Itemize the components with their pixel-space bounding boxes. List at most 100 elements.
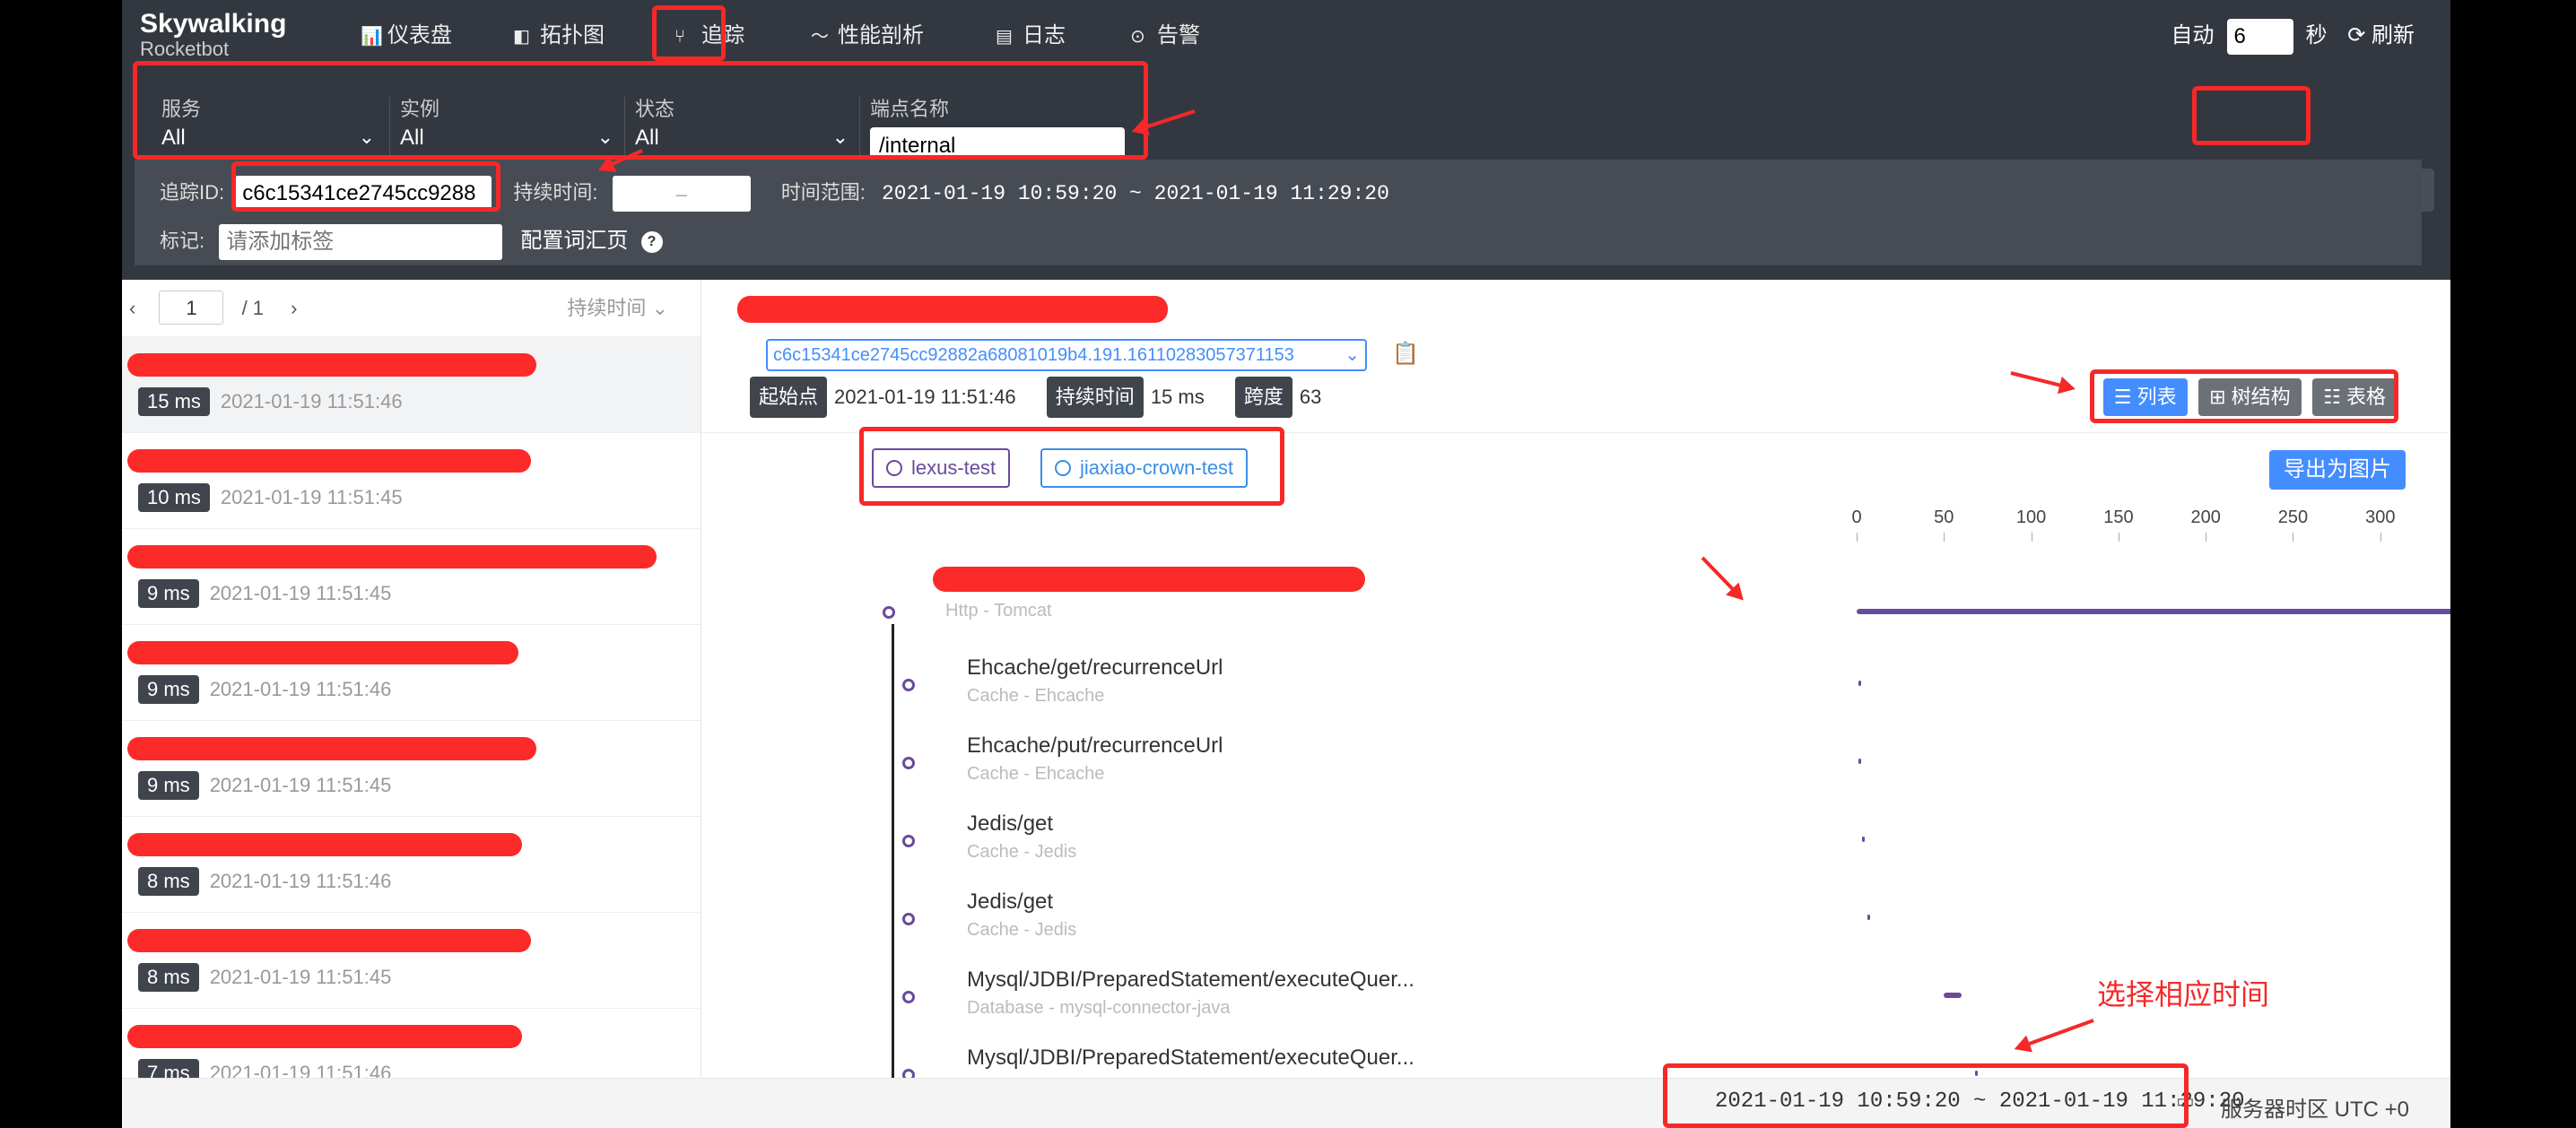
duration-badge: 9 ms	[138, 675, 199, 704]
nav-trace-label: 追踪	[701, 23, 744, 48]
tree-view-button[interactable]: ⊞ 树结构	[2198, 378, 2302, 416]
span-row[interactable]: Ehcache/get/recurrenceUrl Cache - Ehcache	[701, 645, 2450, 722]
start-value: 2021-01-19 11:51:46	[834, 386, 1016, 408]
auto-refresh: 自动 秒 ⟳ 刷新	[2171, 16, 2415, 56]
trace-start-time: 2021-01-19 11:51:46	[209, 678, 392, 700]
span-name: Mysql/JDBI/PreparedStatement/executeQuer…	[967, 1046, 1414, 1070]
span-component: Cache - Jedis	[967, 920, 1077, 940]
top-nav: Skywalking Rocketbot 📊 仪表盘 ◧ 拓扑图 ⑂ 追踪 〜性能剖析…	[122, 0, 2450, 72]
page-input[interactable]: 1	[159, 291, 224, 325]
app-window: Skywalking Rocketbot 📊 仪表盘 ◧ 拓扑图 ⑂ 追踪 〜性能剖析…	[122, 0, 2450, 1128]
status-value: All	[635, 126, 659, 150]
trace-list-item[interactable]: 15 ms 2021-01-19 11:51:46	[122, 337, 701, 433]
clipboard-icon[interactable]: 📋	[1392, 341, 1419, 367]
tag-row: 标记: 配置词汇页 ?	[160, 222, 663, 261]
service-tag-lexus[interactable]: lexus-test	[872, 448, 1011, 488]
redacted-endpoint	[127, 929, 531, 952]
nav-dashboard[interactable]: 📊 仪表盘	[350, 16, 463, 56]
search-panel: 服务 All ⌄ 实例 All ⌄ 状态 All ⌄ 端点名称 ⊗ 清空	[122, 72, 2450, 280]
span-row[interactable]: Jedis/get Cache - Jedis	[701, 801, 2450, 878]
interval-unit: 秒	[2305, 23, 2328, 48]
span-component: Cache - Ehcache	[967, 764, 1105, 784]
field-divider	[859, 97, 860, 160]
axis-tick-mark	[1857, 533, 1858, 542]
span-duration-bar	[1867, 915, 1870, 920]
instance-select[interactable]: 实例 All ⌄	[400, 93, 614, 165]
redacted-span-name	[933, 567, 1365, 592]
axis-tick-label: 150	[2103, 508, 2134, 527]
brand-sub: Rocketbot	[140, 38, 230, 60]
instance-label: 实例	[400, 98, 440, 120]
span-node-dot	[902, 835, 915, 847]
circle-icon	[886, 459, 902, 476]
span-name: Mysql/JDBI/PreparedStatement/executeQuer…	[967, 967, 1414, 992]
axis-tick-label: 0	[1851, 508, 1862, 527]
list-icon: ☰	[2113, 386, 2132, 408]
trace-id-select[interactable]: c6c15341ce2745cc92882a68081019b4.191.161…	[766, 339, 1367, 371]
next-page-icon[interactable]: ›	[291, 297, 297, 319]
refresh-icon: ⟳	[2347, 23, 2366, 48]
table-view-button[interactable]: ☷ 表格	[2312, 378, 2397, 416]
prev-page-icon[interactable]: ‹	[129, 297, 135, 319]
tag-input[interactable]	[219, 224, 503, 261]
nav-trace[interactable]: ⑂ 追踪	[664, 16, 755, 56]
duration-range-input[interactable]: –	[612, 176, 751, 213]
trace-list-item[interactable]: 9 ms 2021-01-19 11:51:46	[122, 625, 701, 721]
advanced-filters: 追踪ID: 持续时间: – 时间范围: 2021-01-19 10:59:20 …	[135, 160, 2422, 265]
trace-start-time: 2021-01-19 11:51:46	[220, 390, 403, 412]
redacted-endpoint	[127, 353, 536, 377]
span-component: Cache - Jedis	[967, 842, 1077, 862]
duration-badge: 9 ms	[138, 579, 199, 608]
chevron-down-icon: ⌄	[651, 297, 668, 319]
span-node-dot	[902, 991, 915, 1003]
calendar-icon[interactable]: ▭	[2176, 1089, 2195, 1113]
footer-time-range[interactable]: 2021-01-19 10:59:20 ~ 2021-01-19 11:29:2…	[1715, 1089, 2245, 1114]
nav-alarm[interactable]: ⊙ 告警	[1119, 16, 1211, 56]
trace-meta: 8 ms 2021-01-19 11:51:46	[138, 867, 391, 896]
sort-select[interactable]: 持续时间 ⌄	[567, 280, 668, 337]
span-duration-bar	[1858, 759, 1861, 764]
refresh-interval-input[interactable]	[2226, 18, 2293, 55]
nav-log[interactable]: ▤ 日志	[985, 16, 1076, 56]
nav-topology[interactable]: ◧ 拓扑图	[502, 16, 615, 56]
nav-profile[interactable]: 〜性能剖析	[800, 16, 935, 56]
list-view-button[interactable]: ☰ 列表	[2102, 378, 2188, 416]
config-vocab-link[interactable]: 配置词汇页	[520, 229, 628, 253]
refresh-button[interactable]: ⟳ 刷新	[2347, 23, 2415, 48]
export-image-button[interactable]: 导出为图片	[2269, 450, 2406, 490]
trace-list-item[interactable]: 10 ms 2021-01-19 11:51:45	[122, 433, 701, 529]
help-icon[interactable]: ?	[640, 231, 663, 254]
trace-items: 15 ms 2021-01-19 11:51:46 10 ms 2021-01-19 …	[122, 337, 701, 1105]
redacted-endpoint	[127, 1025, 522, 1048]
service-tag-jiaxiao[interactable]: jiaxiao-crown-test	[1040, 448, 1249, 488]
field-divider	[624, 97, 625, 160]
topology-icon: ◧	[513, 27, 530, 47]
span-name: Jedis/get	[967, 811, 1054, 836]
duration-badge: 持续时间	[1046, 377, 1144, 418]
trace-list-item[interactable]: 9 ms 2021-01-19 11:51:45	[122, 721, 701, 817]
span-row[interactable]: Jedis/get Cache - Jedis	[701, 879, 2450, 956]
duration-badge: 10 ms	[138, 483, 210, 512]
axis-tick-mark	[1944, 533, 1945, 542]
view-toggle: ☰ 列表 ⊞ 树结构 ☷ 表格	[2096, 378, 2397, 416]
span-node-dot	[902, 757, 915, 769]
trace-list-item[interactable]: 8 ms 2021-01-19 11:51:46	[122, 817, 701, 913]
server-timezone: 服务器时区 UTC +0	[2221, 1098, 2410, 1122]
trace-list-item[interactable]: 8 ms 2021-01-19 11:51:45	[122, 913, 701, 1009]
status-select[interactable]: 状态 All ⌄	[635, 93, 849, 165]
trace-start-time: 2021-01-19 11:51:45	[209, 582, 392, 604]
redacted-endpoint	[127, 641, 518, 664]
trace-id-input[interactable]	[235, 176, 492, 213]
service-select[interactable]: 服务 All ⌄	[161, 93, 375, 165]
axis-tick-label: 200	[2190, 508, 2221, 527]
redacted-endpoint-title	[737, 296, 1168, 323]
span-node-dot	[883, 606, 895, 619]
timeline-axis: 050100150200250300350	[1851, 508, 2450, 543]
span-row[interactable]: Http - Tomcat	[701, 567, 2450, 644]
service-tag-label: jiaxiao-crown-test	[1080, 456, 1234, 479]
duration-separator: –	[675, 183, 687, 206]
trace-list-item[interactable]: 9 ms 2021-01-19 11:51:45	[122, 529, 701, 625]
chevron-down-icon: ⌄	[596, 126, 614, 148]
span-row[interactable]: Ehcache/put/recurrenceUrl Cache - Ehcache	[701, 723, 2450, 800]
sort-label: 持续时间	[567, 297, 647, 319]
